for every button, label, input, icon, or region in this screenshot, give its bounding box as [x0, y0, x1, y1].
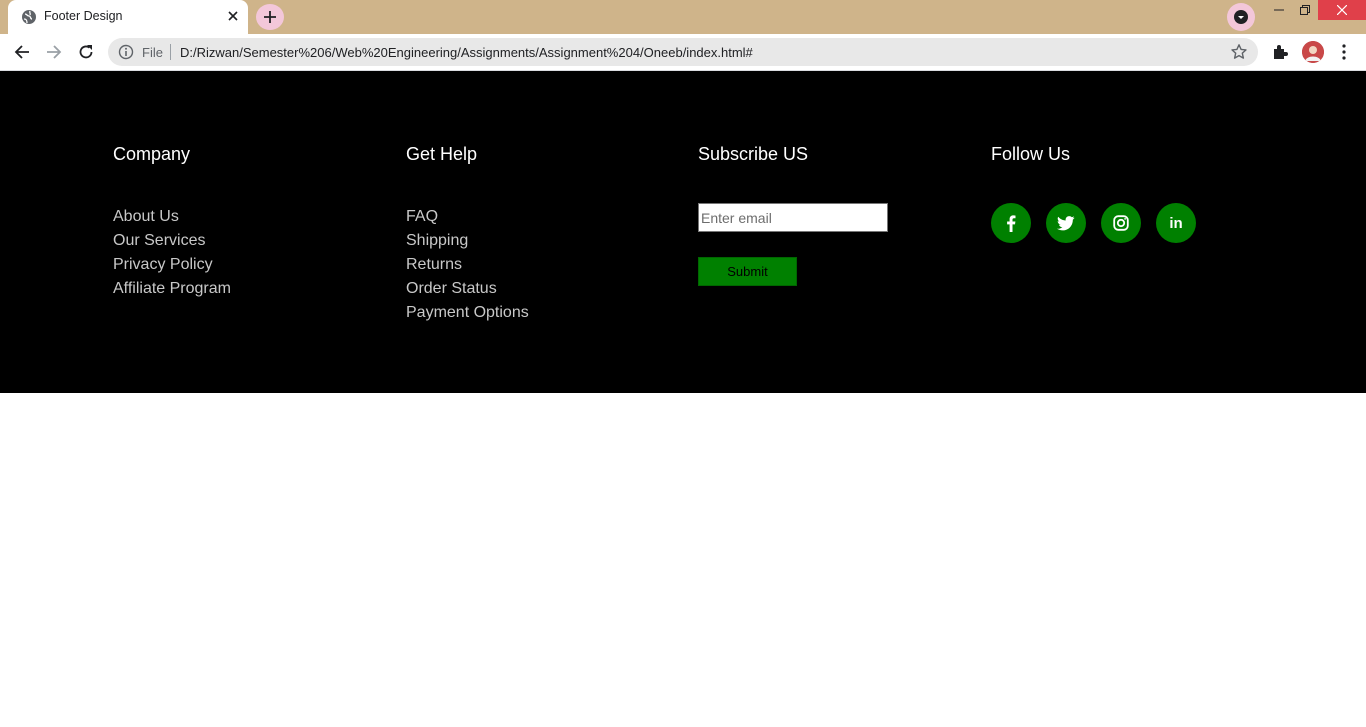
get-help-column: Get Help FAQ Shipping Returns Order Stat… [406, 144, 529, 325]
link-order-status[interactable]: Order Status [406, 277, 529, 301]
subscribe-heading: Subscribe US [698, 144, 809, 164]
reload-button[interactable] [72, 38, 100, 66]
info-icon[interactable] [118, 44, 134, 60]
follow-column: Follow Us in [991, 144, 1196, 243]
url-separator [170, 44, 171, 60]
browser-menu-icon[interactable] [1333, 41, 1355, 63]
link-affiliate-program[interactable]: Affiliate Program [113, 277, 231, 301]
profile-avatar[interactable] [1302, 41, 1324, 63]
twitter-icon[interactable] [1046, 203, 1086, 243]
forward-button[interactable] [40, 38, 68, 66]
address-bar[interactable]: File D:/Rizwan/Semester%206/Web%20Engine… [108, 38, 1258, 66]
browser-toolbar: File D:/Rizwan/Semester%206/Web%20Engine… [0, 34, 1366, 71]
company-column: Company About Us Our Services Privacy Po… [113, 144, 231, 301]
back-button[interactable] [8, 38, 36, 66]
get-help-heading: Get Help [406, 144, 478, 164]
link-returns[interactable]: Returns [406, 253, 529, 277]
link-our-services[interactable]: Our Services [113, 229, 231, 253]
subscribe-column: Subscribe US Submit [698, 144, 888, 286]
globe-icon [21, 9, 37, 25]
link-faq[interactable]: FAQ [406, 205, 529, 229]
company-heading: Company [113, 144, 191, 164]
facebook-icon[interactable] [991, 203, 1031, 243]
link-privacy-policy[interactable]: Privacy Policy [113, 253, 231, 277]
email-input[interactable] [698, 203, 888, 232]
linkedin-glyph: in [1169, 214, 1183, 232]
social-links: in [991, 203, 1196, 243]
instagram-icon[interactable] [1101, 203, 1141, 243]
site-footer: Company About Us Our Services Privacy Po… [0, 71, 1366, 393]
url-scheme-label: File [142, 45, 163, 60]
close-window-button[interactable] [1318, 0, 1366, 20]
link-payment-options[interactable]: Payment Options [406, 301, 529, 325]
new-tab-button[interactable] [256, 4, 284, 30]
link-about-us[interactable]: About Us [113, 205, 231, 229]
submit-button[interactable]: Submit [698, 257, 797, 286]
follow-heading: Follow Us [991, 144, 1071, 164]
tab-search-button[interactable] [1227, 3, 1255, 31]
browser-tab-active[interactable]: Footer Design [8, 0, 248, 34]
link-shipping[interactable]: Shipping [406, 229, 529, 253]
bookmark-star-icon[interactable] [1230, 43, 1248, 61]
company-links: About Us Our Services Privacy Policy Aff… [113, 205, 231, 301]
tab-title: Footer Design [44, 9, 123, 23]
url-text[interactable]: D:/Rizwan/Semester%206/Web%20Engineering… [180, 45, 753, 60]
help-links: FAQ Shipping Returns Order Status Paymen… [406, 205, 529, 325]
extensions-puzzle-icon[interactable] [1269, 41, 1291, 63]
tab-strip: Footer Design [0, 0, 1366, 34]
close-tab-icon[interactable] [224, 7, 242, 25]
linkedin-icon[interactable]: in [1156, 203, 1196, 243]
